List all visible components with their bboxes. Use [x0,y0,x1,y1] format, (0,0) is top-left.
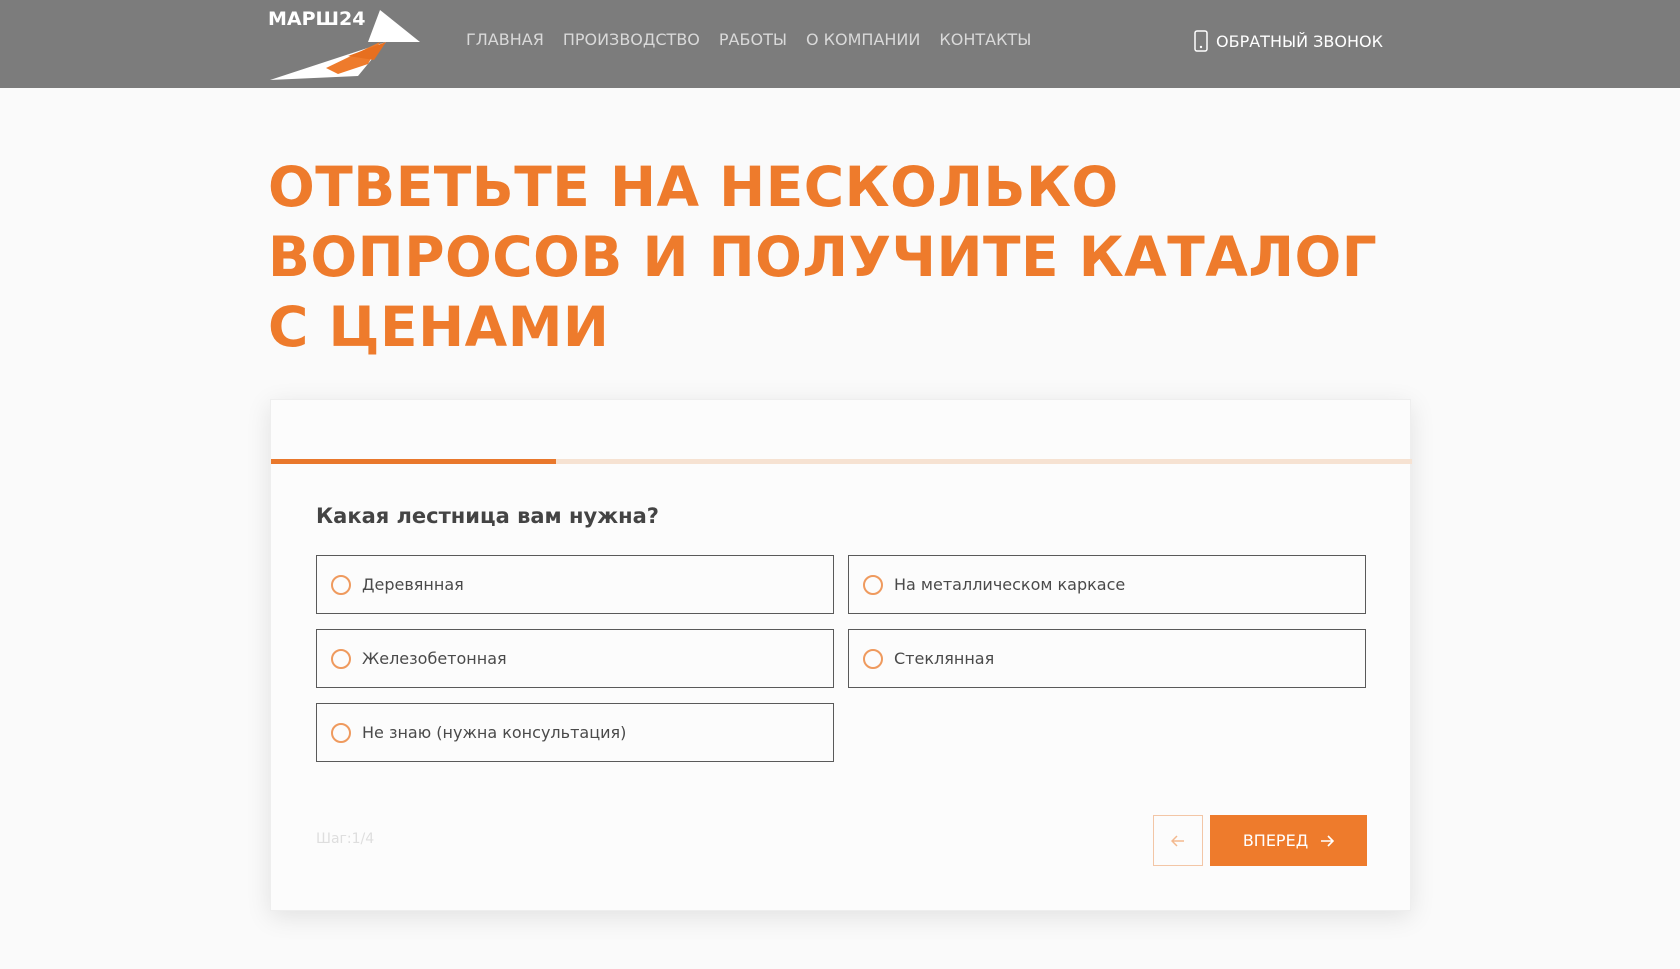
option-label: Не знаю (нужна консультация) [362,723,627,742]
option-label: Деревянная [362,575,464,594]
step-indicator: Шаг:1/4 [316,831,375,847]
nav-item-works[interactable]: РАБОТЫ [719,30,787,49]
nav-item-about[interactable]: О КОМПАНИИ [806,30,920,49]
next-button-label: ВПЕРЕД [1242,831,1309,850]
phone-icon [1194,30,1208,52]
option-label: Стеклянная [894,649,995,668]
logo-text: МАРШ24 [268,8,366,30]
progress-bar [271,459,1412,464]
option-label: Железобетонная [362,649,507,668]
radio-icon[interactable] [331,648,351,669]
option-glass[interactable]: Стеклянная [848,629,1366,688]
callback-label: ОБРАТНЫЙ ЗВОНОК [1216,31,1383,51]
nav-item-home[interactable]: ГЛАВНАЯ [466,30,544,49]
radio-icon[interactable] [331,574,351,595]
option-metal-frame[interactable]: На металлическом каркасе [848,555,1366,614]
radio-icon[interactable] [331,722,351,743]
radio-icon[interactable] [863,574,883,595]
arrow-right-icon [1321,834,1335,847]
option-wooden[interactable]: Деревянная [316,555,834,614]
radio-icon[interactable] [863,648,883,669]
page-title: ОТВЕТЬТЕ НА НЕСКОЛЬКО ВОПРОСОВ И ПОЛУЧИТ… [268,155,1378,359]
option-concrete[interactable]: Железобетонная [316,629,834,688]
option-dont-know[interactable]: Не знаю (нужна консультация) [316,703,834,762]
nav-item-contacts[interactable]: КОНТАКТЫ [939,30,1031,49]
callback-link[interactable]: ОБРАТНЫЙ ЗВОНОК [1194,30,1383,52]
quiz-question: Какая лестница вам нужна? [316,504,659,528]
arrow-left-icon [1171,834,1184,847]
quiz-options: Деревянная На металлическом каркасе Желе… [316,555,1366,762]
option-label: На металлическом каркасе [894,575,1126,594]
back-button[interactable] [1153,815,1203,866]
next-button[interactable]: ВПЕРЕД [1210,815,1367,866]
quiz-card: Какая лестница вам нужна? Деревянная На … [270,399,1412,911]
site-header: МАРШ24 ГЛАВНАЯ ПРОИЗВОДСТВО РАБОТЫ О КОМ… [0,0,1680,88]
progress-fill [271,459,557,464]
logo[interactable]: МАРШ24 [268,6,430,84]
main-nav: ГЛАВНАЯ ПРОИЗВОДСТВО РАБОТЫ О КОМПАНИИ К… [466,30,1050,49]
nav-item-production[interactable]: ПРОИЗВОДСТВО [563,30,700,49]
